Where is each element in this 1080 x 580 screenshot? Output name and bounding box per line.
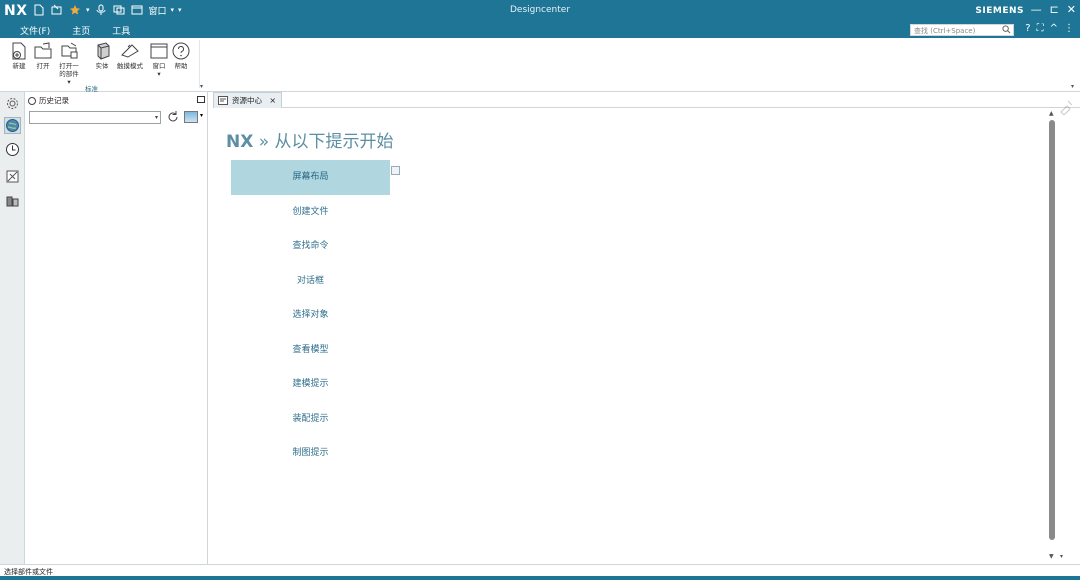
vertical-scrollbar-thumb[interactable]: [1049, 120, 1055, 540]
window-button-dropdown-icon[interactable]: ▾: [157, 70, 160, 78]
open-button[interactable]: 打开: [30, 41, 56, 70]
page-title: NX » 从以下提示开始: [226, 127, 394, 152]
nav-item-create-file[interactable]: 创建文件: [231, 195, 390, 230]
tab-resource-center[interactable]: 资源中心 ×: [213, 92, 283, 108]
command-finder-placeholder: 查找 (Ctrl+Space): [914, 27, 976, 35]
help-button[interactable]: 帮助: [168, 41, 194, 70]
broken-image-icon: [391, 166, 400, 175]
refresh-icon[interactable]: [166, 110, 180, 124]
history-filter-select[interactable]: ▾: [29, 111, 161, 124]
nav-item-modeling-tips[interactable]: 建模提示: [231, 367, 390, 402]
close-button[interactable]: ✕: [1067, 3, 1076, 16]
history-panel-header: 历史记录: [28, 95, 69, 106]
siemens-brand: SIEMENS: [975, 6, 1024, 16]
history-panel: 历史记录 ▾ ▾: [25, 92, 208, 564]
resource-center-icon: [218, 96, 228, 105]
nav-item-find-command[interactable]: 查找命令: [231, 229, 390, 264]
restore-button[interactable]: ⊏: [1050, 3, 1059, 16]
help-icons: ? ⛶ ^ ⋮: [1025, 23, 1074, 34]
fullscreen-icon[interactable]: ⛶: [1037, 23, 1044, 34]
image-view-icon[interactable]: [184, 111, 198, 123]
more-icon[interactable]: ⋮: [1064, 23, 1074, 34]
window-title: Designcenter: [509, 5, 571, 15]
panel-maximize-button[interactable]: [197, 96, 205, 103]
page-title-text: » 从以下提示开始: [253, 132, 394, 152]
nav-item-drafting-tips[interactable]: 制图提示: [231, 436, 390, 471]
history-panel-title: 历史记录: [39, 96, 69, 105]
ribbon-options-icon[interactable]: ▾: [1071, 83, 1074, 90]
scroll-down-arrow[interactable]: ▼: [1049, 553, 1054, 560]
scroll-up-arrow[interactable]: ▲: [1049, 110, 1054, 117]
ribbon-divider: [199, 40, 200, 88]
menu-bar: 文件(F) 主页 工具 查找 (Ctrl+Space) ? ⛶ ^ ⋮: [0, 22, 1080, 40]
open-part-button[interactable]: 打开一 的部件 ▾: [56, 41, 82, 86]
settings-tab[interactable]: [4, 95, 21, 112]
window-icon: [150, 43, 168, 59]
help-circle-icon[interactable]: ?: [1025, 23, 1030, 34]
new-file-icon: [12, 42, 26, 60]
window-controls: — ⊏ ✕: [1031, 3, 1076, 16]
chevron-down-icon: ▾: [154, 114, 158, 121]
history-clock-icon: [28, 96, 36, 105]
open-part-icon: [61, 42, 78, 59]
nav-item-dialog[interactable]: 对话框: [231, 264, 390, 299]
open-folder-icon: [34, 42, 52, 59]
touch-mode-icon: [121, 44, 139, 58]
resource-bar: [0, 92, 25, 564]
collapse-ribbon-icon[interactable]: ^: [1050, 23, 1058, 34]
roles-tab[interactable]: [4, 168, 21, 185]
nav-item-screen-layout[interactable]: 屏幕布局: [231, 160, 390, 195]
new-button[interactable]: 新建: [6, 41, 32, 70]
nav-item-view-model[interactable]: 查看模型: [231, 333, 390, 368]
page-title-nx: NX: [226, 132, 254, 152]
nav-item-select-objects[interactable]: 选择对象: [231, 298, 390, 333]
nx-window: NX ▾ 窗口 ▾ ▾ Designcenter SIEMENS — ⊏ ✕ 文…: [0, 0, 1080, 580]
tab-resource-center-label: 资源中心: [232, 96, 262, 105]
solid-button[interactable]: 实体: [89, 41, 115, 70]
document-tab-bar: 资源中心 ×: [213, 92, 1080, 108]
pin-tool-icon[interactable]: [1058, 99, 1074, 115]
globe-icon: [6, 119, 19, 132]
view-dropdown-icon[interactable]: ▾: [200, 112, 203, 119]
close-tab-icon[interactable]: ×: [269, 96, 276, 105]
gear-icon: [7, 98, 18, 109]
title-bar: NX ▾ 窗口 ▾ ▾ Designcenter SIEMENS — ⊏ ✕: [0, 0, 1080, 22]
touch-mode-button[interactable]: 触摸模式: [117, 41, 143, 70]
system-scene-icon: [6, 196, 19, 207]
system-scene-tab[interactable]: [4, 193, 21, 210]
clock-icon: [6, 143, 19, 156]
bottom-strip: [0, 576, 1080, 580]
ribbon-group-more-icon[interactable]: ▾: [200, 83, 203, 90]
resource-center-content: NX » 从以下提示开始 屏幕布局 创建文件 查找命令 对话框 选择对象 查看模…: [213, 108, 1080, 564]
web-browser-tab[interactable]: [4, 117, 21, 134]
roles-icon: [6, 170, 19, 183]
help-icon: [172, 42, 190, 60]
nav-item-assembly-tips[interactable]: 装配提示: [231, 402, 390, 437]
command-finder-input[interactable]: 查找 (Ctrl+Space): [910, 24, 1014, 36]
tips-nav-list: 屏幕布局 创建文件 查找命令 对话框 选择对象 查看模型 建模提示 装配提示 制…: [231, 160, 390, 471]
open-part-dropdown-icon[interactable]: ▾: [67, 78, 70, 86]
search-icon: [1002, 25, 1011, 34]
scroll-end-icon[interactable]: ▾: [1060, 553, 1063, 560]
ribbon: 新建 打开 打开一 的部件 ▾ 实体 触摸模式 窗口 ▾ 帮助 标准 ▾ ▾: [0, 38, 1080, 93]
minimize-button[interactable]: —: [1031, 3, 1042, 16]
history-tab[interactable]: [4, 141, 21, 158]
solid-icon: [97, 42, 110, 60]
